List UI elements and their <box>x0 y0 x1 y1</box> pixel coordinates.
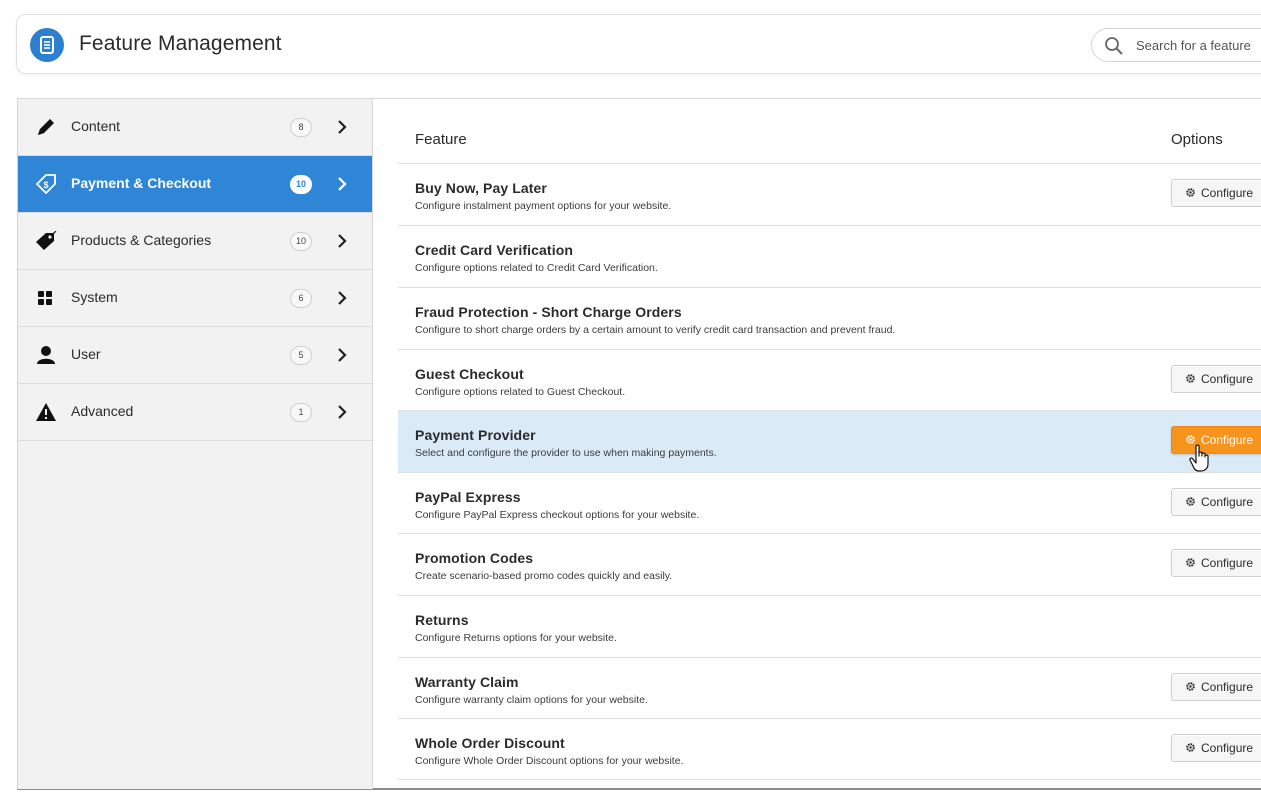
count-badge: 10 <box>290 175 312 194</box>
feature-title: Guest Checkout <box>415 366 524 382</box>
chevron-right-icon <box>338 177 347 191</box>
table-row: Credit Card Verification Configure optio… <box>398 225 1261 287</box>
svg-text:$: $ <box>43 180 48 190</box>
tag-dollar-icon: $ <box>35 174 56 194</box>
sidebar-item-content[interactable]: Content 8 <box>18 99 372 156</box>
pencil-icon <box>38 119 54 135</box>
sidebar: Content 8 $ Payment & Checkout 10 Produc… <box>18 99 373 789</box>
table-row-highlighted: Payment Provider Select and configure th… <box>398 410 1261 472</box>
table-row: Fraud Protection - Short Charge Orders C… <box>398 287 1261 349</box>
feature-title: Warranty Claim <box>415 674 519 690</box>
configure-label: Configure <box>1201 680 1254 694</box>
chevron-right-icon <box>338 405 347 419</box>
chevron-right-icon <box>338 291 347 305</box>
sidebar-item-label: System <box>71 289 118 305</box>
feature-description: Configure Returns options for your websi… <box>415 632 617 644</box>
configure-button[interactable]: Configure <box>1171 549 1261 577</box>
table-row: PayPal Express Configure PayPal Express … <box>398 472 1261 534</box>
sidebar-item-label: Payment & Checkout <box>71 175 212 191</box>
configure-button[interactable]: Configure <box>1171 734 1261 762</box>
feature-title: Payment Provider <box>415 427 536 443</box>
page-header: Feature Management <box>16 14 1261 74</box>
table-row: Guest Checkout Configure options related… <box>398 349 1261 411</box>
feature-description: Configure to short charge orders by a ce… <box>415 324 896 336</box>
sidebar-item-payment-checkout[interactable]: $ Payment & Checkout 10 <box>18 156 372 213</box>
configure-label: Configure <box>1201 495 1254 509</box>
feature-description: Configure instalment payment options for… <box>415 200 672 212</box>
sidebar-item-advanced[interactable]: Advanced 1 <box>18 384 372 441</box>
gear-icon <box>1186 188 1195 197</box>
search-icon <box>1105 37 1123 55</box>
count-badge: 5 <box>290 346 312 365</box>
gear-icon <box>1186 682 1195 691</box>
feature-title: Returns <box>415 612 469 628</box>
sidebar-item-label: User <box>71 346 101 362</box>
search-box[interactable] <box>1091 28 1261 62</box>
warning-icon <box>36 403 56 421</box>
table-row: Whole Order Discount Configure Whole Ord… <box>398 718 1261 780</box>
gear-icon <box>1186 497 1195 506</box>
sidebar-item-user[interactable]: User 5 <box>18 327 372 384</box>
feature-table: Feature Options Buy Now, Pay Later Confi… <box>398 99 1261 789</box>
feature-title: Credit Card Verification <box>415 242 573 258</box>
gear-icon <box>1186 558 1195 567</box>
search-input[interactable] <box>1136 29 1261 61</box>
sidebar-item-label: Products & Categories <box>71 232 212 248</box>
feature-description: Configure Whole Order Discount options f… <box>415 755 684 767</box>
feature-title: PayPal Express <box>415 489 521 505</box>
configure-label: Configure <box>1201 186 1254 200</box>
configure-button[interactable]: Configure <box>1171 365 1261 393</box>
configure-label: Configure <box>1201 556 1254 570</box>
configure-button[interactable]: Configure <box>1171 673 1261 701</box>
main-panel: Content 8 $ Payment & Checkout 10 Produc… <box>17 98 1261 790</box>
table-row: Buy Now, Pay Later Configure instalment … <box>398 163 1261 225</box>
user-icon <box>37 346 55 364</box>
chevron-right-icon <box>338 348 347 362</box>
feature-description: Configure PayPal Express checkout option… <box>415 509 700 521</box>
feature-description: Select and configure the provider to use… <box>415 447 717 459</box>
tag-icon <box>36 231 57 250</box>
count-badge: 6 <box>290 289 312 308</box>
table-row: Warranty Claim Configure warranty claim … <box>398 657 1261 719</box>
table-row: Promotion Codes Create scenario-based pr… <box>398 533 1261 595</box>
count-badge: 10 <box>290 232 312 251</box>
configure-button[interactable]: Configure <box>1171 488 1261 516</box>
feature-title: Fraud Protection - Short Charge Orders <box>415 304 682 320</box>
sidebar-item-label: Advanced <box>71 403 134 419</box>
configure-label: Configure <box>1201 741 1254 755</box>
count-badge: 8 <box>290 118 312 137</box>
chevron-right-icon <box>338 234 347 248</box>
configure-button[interactable]: Configure <box>1171 179 1261 207</box>
gear-icon <box>1186 743 1195 752</box>
feature-title: Whole Order Discount <box>415 735 565 751</box>
column-header-options: Options <box>1171 131 1223 148</box>
feature-description: Create scenario-based promo codes quickl… <box>415 570 673 582</box>
table-row: Returns Configure Returns options for yo… <box>398 595 1261 657</box>
configure-label: Configure <box>1201 372 1254 386</box>
gear-icon <box>1186 374 1195 383</box>
configure-button[interactable]: Configure <box>1171 426 1261 454</box>
feature-title: Buy Now, Pay Later <box>415 180 547 196</box>
feature-title: Promotion Codes <box>415 550 534 566</box>
sidebar-item-system[interactable]: System 6 <box>18 270 372 327</box>
sidebar-item-products-categories[interactable]: Products & Categories 10 <box>18 213 372 270</box>
grid-icon <box>38 291 52 305</box>
column-header-feature: Feature <box>415 131 467 148</box>
document-icon <box>30 28 64 62</box>
feature-description: Configure options related to Credit Card… <box>415 262 658 274</box>
feature-description: Configure options related to Guest Check… <box>415 386 626 398</box>
page-title: Feature Management <box>79 32 282 55</box>
sidebar-item-label: Content <box>71 118 121 134</box>
hand-cursor-icon <box>1189 444 1209 472</box>
chevron-right-icon <box>338 120 347 134</box>
feature-description: Configure warranty claim options for you… <box>415 694 648 706</box>
count-badge: 1 <box>290 403 312 422</box>
